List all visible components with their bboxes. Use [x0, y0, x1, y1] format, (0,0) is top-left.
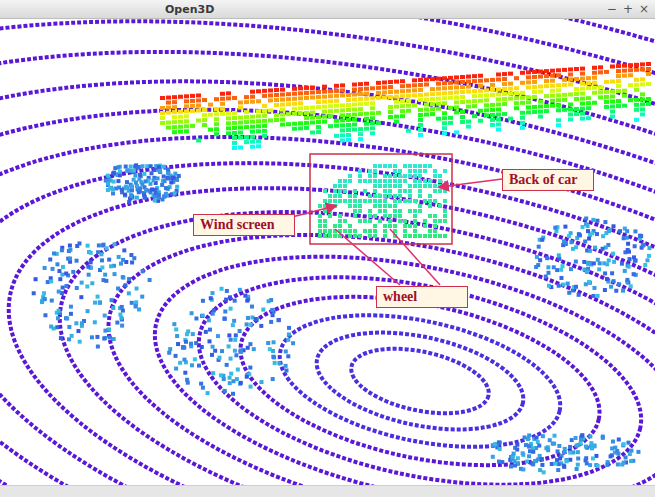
object-clusters	[32, 163, 652, 474]
bottom-bar	[0, 485, 655, 497]
open3d-window: Open3D −+ × Wind screen Back of car wheel	[0, 0, 655, 497]
window-control-button[interactable]: ×	[639, 2, 649, 16]
building-points	[160, 62, 651, 150]
annotation-label: wheel	[376, 286, 468, 308]
back-of-car-arrow	[440, 179, 502, 187]
point-cloud	[0, 19, 655, 485]
ground-rings	[0, 19, 655, 485]
window-controls: −+ ×	[607, 2, 649, 16]
wind-screen-arrow	[292, 206, 335, 217]
annotation-label: Back of car	[502, 169, 594, 191]
window-title: Open3D	[165, 3, 214, 16]
window-control-button[interactable]: −	[607, 2, 617, 16]
car-bounding-box	[310, 154, 452, 244]
annotation-label: Wind screen	[193, 214, 295, 236]
car-points	[318, 164, 447, 238]
point-cloud-viewport[interactable]: Wind screen Back of car wheel	[0, 19, 655, 485]
window-control-button[interactable]: +	[623, 2, 633, 16]
wheel-arrow	[335, 229, 400, 285]
title-bar: Open3D −+ ×	[0, 0, 655, 19]
wheel-arrow	[390, 229, 440, 285]
